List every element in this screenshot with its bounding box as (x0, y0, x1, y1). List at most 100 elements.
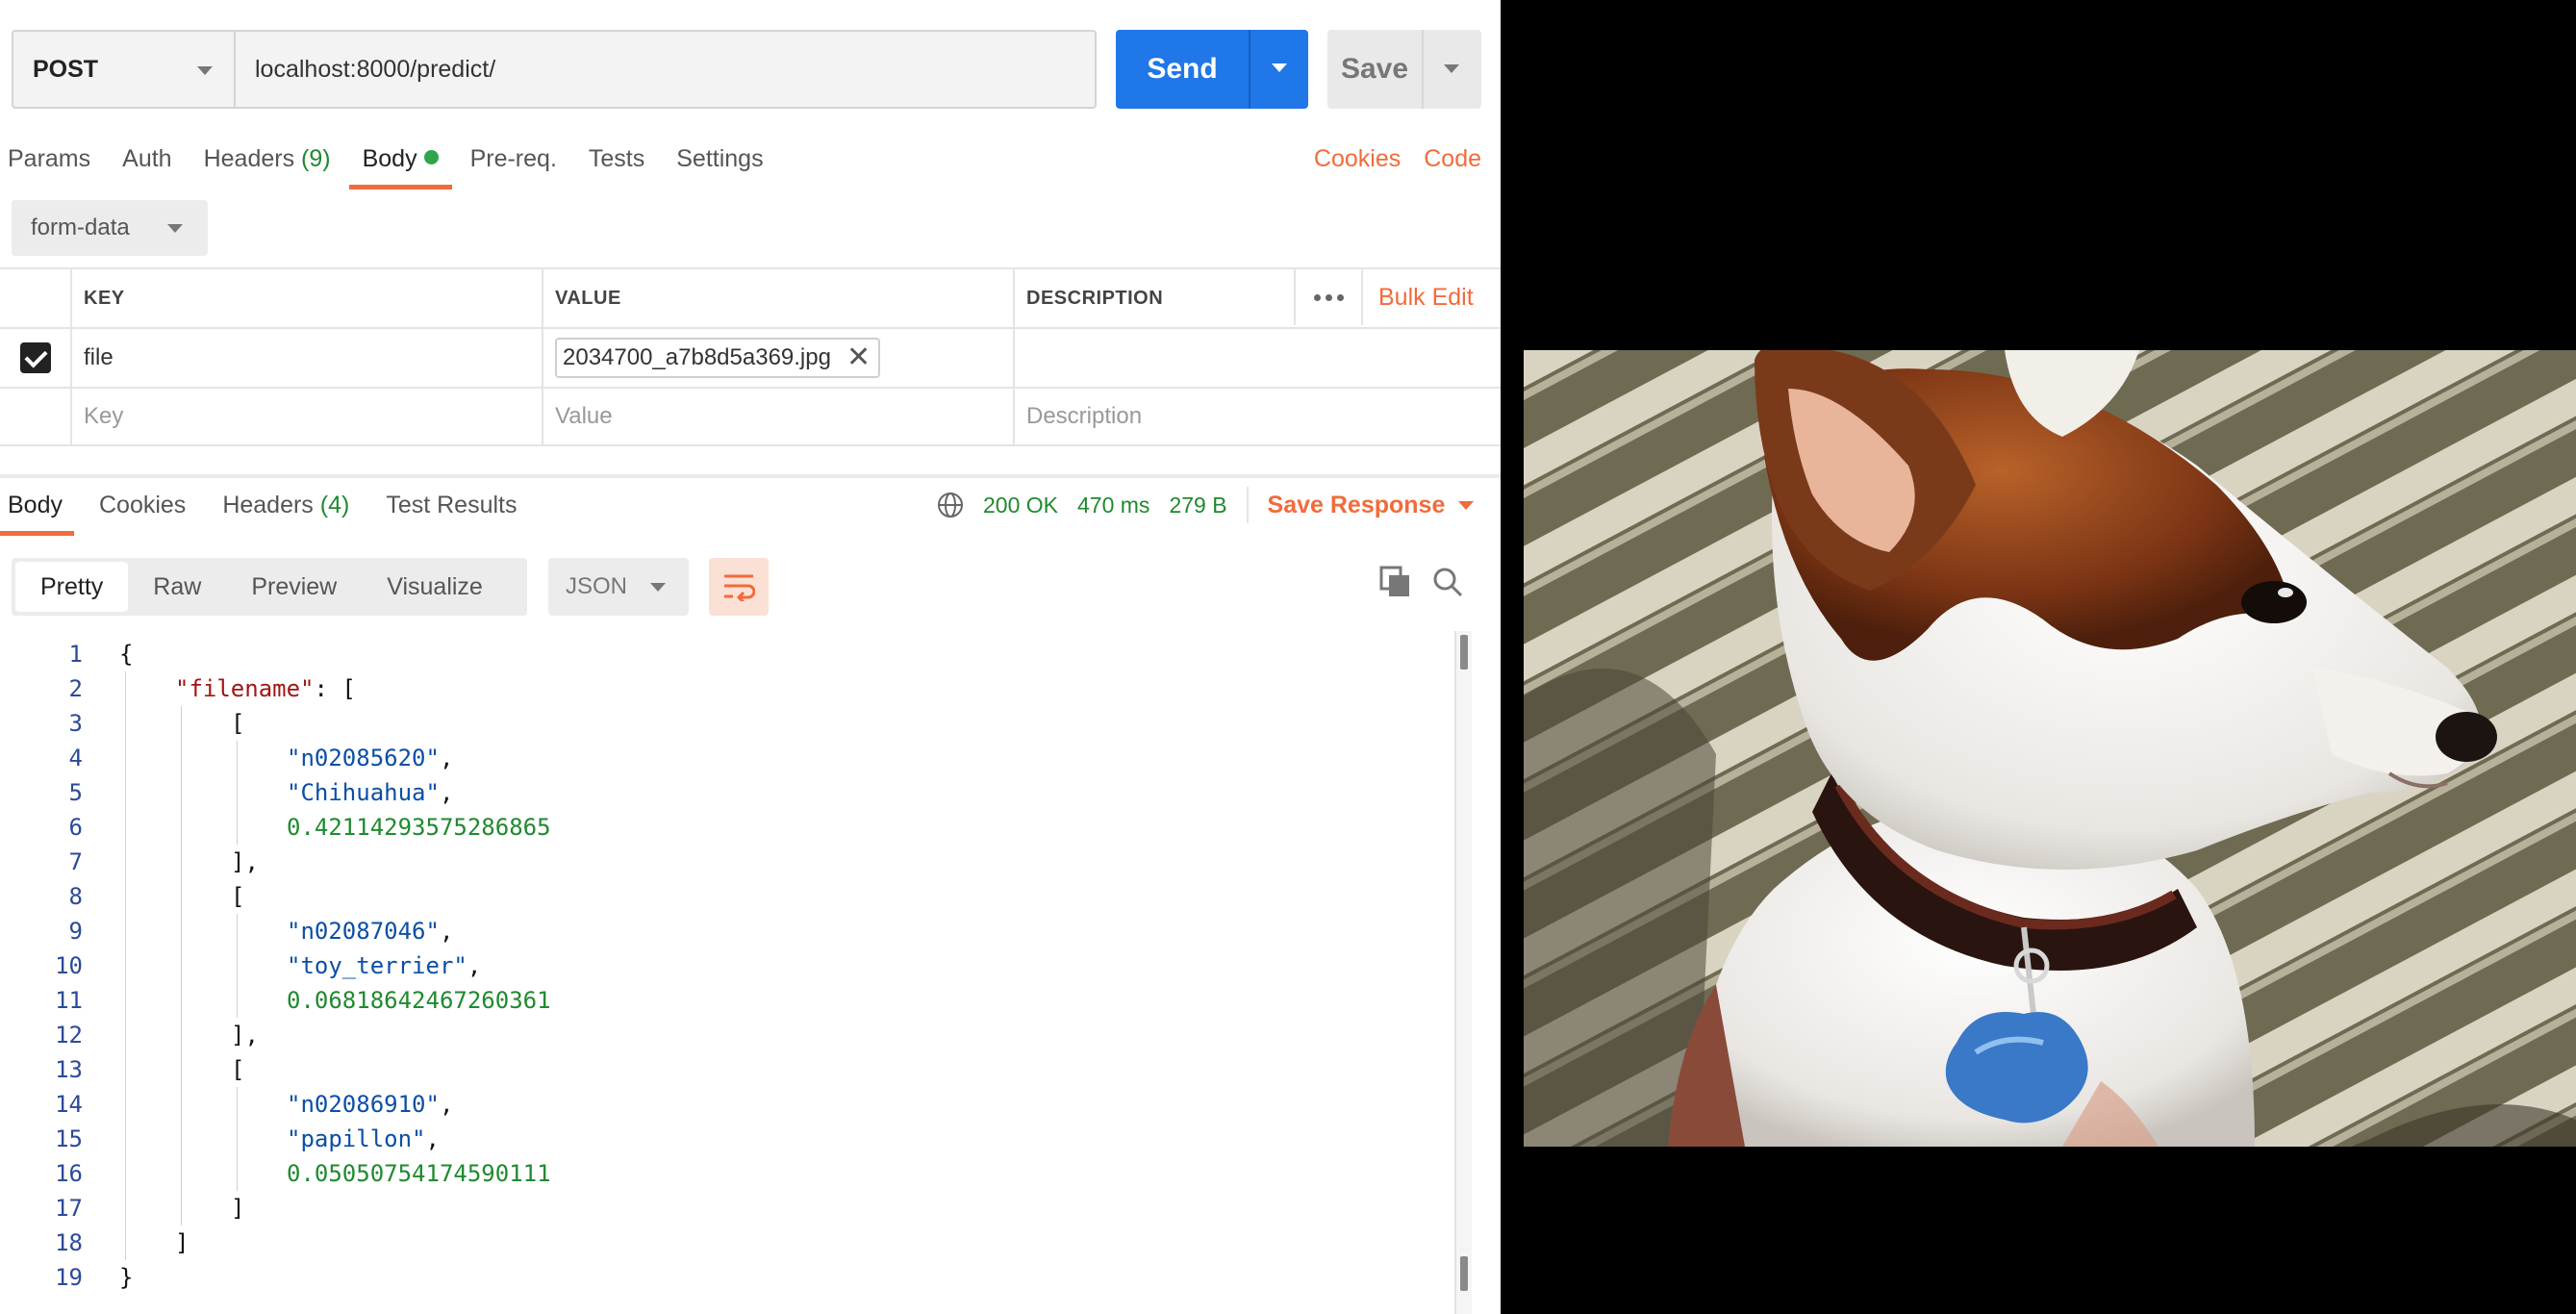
more-horizontal-icon[interactable] (1294, 269, 1363, 325)
code-line: 17] (0, 1191, 1454, 1226)
code-line: 8[ (0, 879, 1454, 914)
key-field[interactable]: file (70, 329, 542, 387)
tab-label: Body (362, 145, 417, 172)
search-icon[interactable] (1431, 566, 1464, 598)
tab-label: Headers (203, 145, 295, 172)
response-size[interactable]: 279 B (1169, 493, 1226, 518)
tab-pre-request[interactable]: Pre-req. (470, 139, 557, 190)
line-number: 12 (55, 1022, 83, 1049)
copy-icon[interactable] (1379, 566, 1412, 598)
code-text: "n02087046", (287, 914, 453, 948)
headers-count: (9) (301, 145, 331, 172)
view-visualize[interactable]: Visualize (362, 562, 508, 612)
code-token: 0.06818642467260361 (287, 987, 551, 1014)
tab-response-headers[interactable]: Headers (4) (222, 486, 349, 536)
code-text: [ (231, 706, 244, 741)
table-row-empty: Key Value Description (0, 387, 1501, 446)
tab-tests[interactable]: Tests (589, 139, 644, 190)
wrap-lines-button[interactable] (709, 558, 769, 616)
code-token: 0.42114293575286865 (287, 814, 551, 841)
code-token: [ (231, 1056, 245, 1083)
code-text: 0.05050754174590111 (287, 1156, 551, 1191)
method-select[interactable]: POST (13, 32, 236, 107)
description-placeholder-field[interactable]: Description (1013, 389, 1501, 444)
code-token: { (119, 641, 134, 668)
bulk-edit-link[interactable]: Bulk Edit (1378, 269, 1474, 325)
line-number: 11 (55, 987, 83, 1014)
tab-response-body[interactable]: Body (0, 486, 74, 536)
chevron-down-icon (167, 224, 183, 233)
value-field: 2034700_a7b8d5a369.jpg ✕ (542, 329, 1013, 387)
body-indicator-dot (423, 150, 439, 164)
url-input[interactable]: localhost:8000/predict/ (236, 32, 1095, 107)
key-placeholder-field[interactable]: Key (70, 389, 542, 444)
code-token: "filename" (175, 675, 315, 702)
tab-headers[interactable]: Headers (9) (204, 139, 331, 190)
code-token: } (119, 1264, 134, 1291)
close-icon[interactable]: ✕ (846, 343, 871, 372)
code-token: ], (231, 1022, 259, 1049)
code-link[interactable]: Code (1424, 139, 1481, 178)
code-text: { (119, 637, 133, 671)
status-code[interactable]: 200 OK (983, 493, 1058, 518)
save-response-button[interactable]: Save Response (1268, 492, 1475, 519)
send-button[interactable]: Send (1116, 30, 1308, 109)
view-preview[interactable]: Preview (226, 562, 362, 612)
tab-params[interactable]: Params (8, 139, 90, 190)
code-line: 7], (0, 845, 1454, 879)
code-line: 9 "n02087046", (0, 914, 1454, 948)
scrollbar-thumb[interactable] (1460, 1256, 1468, 1291)
line-number: 6 (68, 814, 83, 841)
code-token: , (467, 952, 482, 979)
globe-icon[interactable] (937, 492, 964, 518)
request-bar: POST localhost:8000/predict/ (12, 30, 1097, 109)
send-label: Send (1116, 30, 1250, 109)
scrollbar-thumb[interactable] (1460, 635, 1468, 670)
indent-guide (181, 706, 182, 1226)
body-type-select[interactable]: form-data (12, 200, 208, 256)
tab-label: Headers (222, 492, 314, 518)
format-label: JSON (566, 573, 628, 599)
code-text: "papillon", (287, 1122, 440, 1156)
cookies-link[interactable]: Cookies (1314, 139, 1401, 178)
tab-label: Body (8, 492, 63, 518)
view-raw[interactable]: Raw (128, 562, 226, 612)
description-field[interactable] (1013, 329, 1501, 387)
description-header-label: DESCRIPTION (1026, 287, 1164, 309)
response-code-editor[interactable]: 1{2 "filename": [3[4 "n02085620", 5 "Chihuah… (0, 631, 1454, 1314)
save-response-label: Save Response (1267, 491, 1446, 518)
section-divider[interactable] (0, 474, 1501, 478)
format-select[interactable]: JSON (548, 558, 689, 616)
view-pretty[interactable]: Pretty (15, 562, 129, 612)
line-number: 2 (68, 675, 83, 702)
code-text: [ (231, 879, 244, 914)
line-number: 17 (55, 1195, 83, 1222)
code-token: [ (231, 883, 245, 910)
tab-test-results[interactable]: Test Results (386, 486, 517, 536)
code-token: , (425, 1125, 440, 1152)
code-line: 15 "papillon", (0, 1122, 1454, 1156)
value-placeholder-field[interactable]: Value (542, 389, 1013, 444)
save-options-chevron-icon[interactable] (1424, 30, 1481, 109)
code-line: 14 "n02086910", (0, 1087, 1454, 1122)
code-text: "toy_terrier", (287, 948, 481, 983)
code-line: 11 0.06818642467260361 (0, 983, 1454, 1018)
send-options-chevron-icon[interactable] (1250, 30, 1308, 109)
code-token: , (439, 745, 454, 771)
tab-label: Params (8, 145, 91, 172)
save-button[interactable]: Save (1327, 30, 1481, 109)
tab-response-cookies[interactable]: Cookies (99, 486, 186, 536)
check-icon[interactable] (19, 342, 51, 373)
code-text: "filename": [ (175, 671, 356, 706)
code-token: "n02087046" (287, 918, 440, 945)
response-time[interactable]: 470 ms (1077, 493, 1149, 518)
code-token: ] (175, 1229, 189, 1256)
line-number: 13 (55, 1056, 83, 1083)
tab-auth[interactable]: Auth (122, 139, 171, 190)
code-text: ], (231, 845, 259, 879)
tab-body[interactable]: Body (348, 139, 452, 190)
editor-scrollbar[interactable] (1454, 631, 1472, 1314)
form-data-table: KEY VALUE DESCRIPTION Bulk Edit file 203… (0, 267, 1501, 446)
code-token: , (439, 1091, 454, 1118)
tab-settings[interactable]: Settings (676, 139, 763, 190)
